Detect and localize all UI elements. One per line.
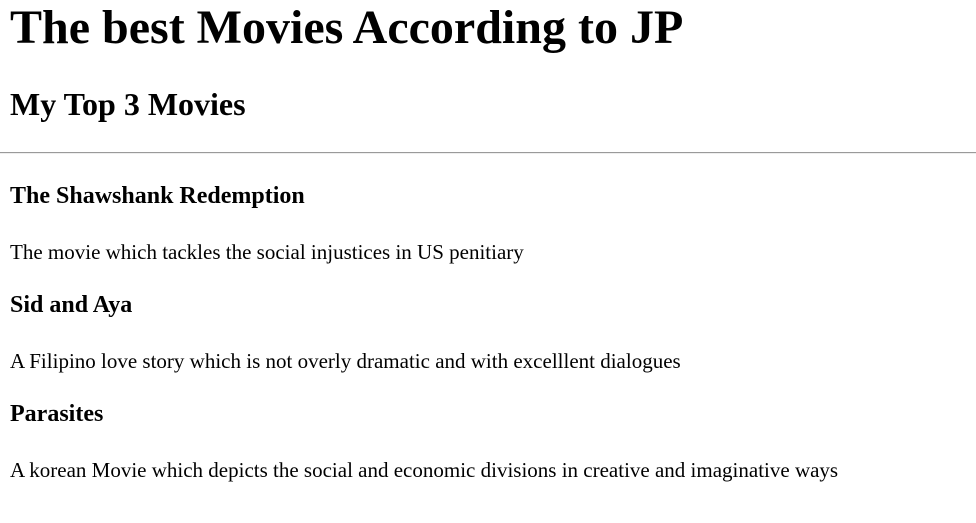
section-divider: [0, 152, 976, 154]
movie-description-3: A korean Movie which depicts the social …: [10, 458, 839, 482]
page-content: The best Movies According to JP My Top 3…: [0, 0, 976, 482]
movie-title-2: Sid and Aya: [10, 292, 133, 318]
page-subtitle: My Top 3 Movies: [10, 86, 246, 122]
movie-description-2: A Filipino love story which is not overl…: [10, 349, 681, 373]
movie-description-1: The movie which tackles the social injus…: [10, 240, 524, 264]
page-title: The best Movies According to JP: [10, 1, 684, 54]
movie-title-1: The Shawshank Redemption: [10, 183, 305, 209]
movie-title-3: Parasites: [10, 401, 104, 427]
